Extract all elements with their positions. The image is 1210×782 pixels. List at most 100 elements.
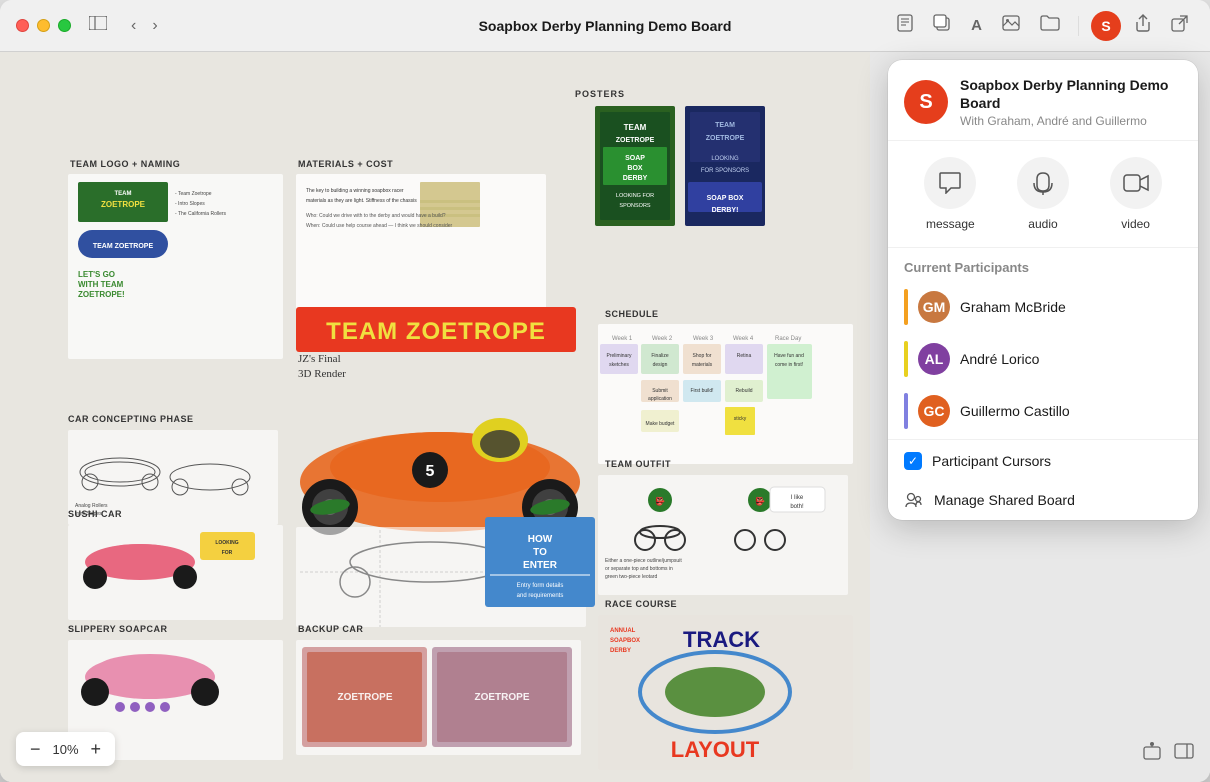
participant-color-guillermo (904, 393, 908, 429)
board-avatar: S (904, 80, 948, 124)
participant-avatar-guillermo: GC (918, 395, 950, 427)
forward-button[interactable]: › (146, 13, 163, 39)
svg-text:SCHEDULE: SCHEDULE (605, 309, 659, 319)
participant-cursors-checkbox: ✓ (904, 452, 922, 470)
svg-text:POSTERS: POSTERS (575, 89, 625, 99)
participant-item-guillermo[interactable]: GC Guillermo Castillo (888, 385, 1198, 437)
svg-text:BOX: BOX (627, 165, 643, 172)
svg-text:design: design (653, 362, 668, 368)
fullscreen-button[interactable] (58, 19, 71, 32)
zoom-in-button[interactable]: + (87, 738, 106, 760)
sidebar-toggle-button[interactable] (83, 12, 113, 39)
manage-shared-board-item[interactable]: Manage Shared Board (888, 480, 1198, 520)
svg-text:TRACK: TRACK (683, 627, 760, 652)
svg-text:SPONSORS: SPONSORS (619, 203, 651, 209)
participants-section-title: Current Participants (888, 248, 1198, 281)
participant-name-andre: André Lorico (960, 351, 1039, 367)
svg-text:JZ's Final: JZ's Final (298, 353, 341, 365)
svg-text:I like: I like (791, 495, 804, 501)
window-title: Soapbox Derby Planning Demo Board (479, 18, 732, 34)
message-button[interactable]: message (924, 157, 976, 231)
svg-text:TEAM ZOETROPE: TEAM ZOETROPE (93, 243, 154, 250)
svg-text:materials: materials (692, 362, 713, 368)
svg-text:👺: 👺 (655, 496, 665, 506)
svg-text:Week 3: Week 3 (693, 336, 714, 342)
share-button[interactable] (1129, 10, 1157, 41)
svg-text:ENTER: ENTER (523, 560, 558, 571)
fit-screen-icon (1142, 741, 1162, 761)
video-button[interactable]: video (1110, 157, 1162, 231)
svg-text:- Team Zoetrope: - Team Zoetrope (175, 191, 212, 197)
svg-text:The key to building a winning: The key to building a winning soapbox ra… (306, 188, 404, 194)
share-popover: S Soapbox Derby Planning Demo Board With… (888, 60, 1198, 520)
svg-text:FOR: FOR (222, 550, 233, 556)
external-window-button[interactable] (1165, 11, 1194, 41)
svg-text:Submit: Submit (652, 388, 668, 394)
zoom-out-button[interactable]: − (26, 738, 45, 760)
navigation-buttons: ‹ › (125, 13, 164, 39)
svg-text:TEAM: TEAM (715, 122, 735, 129)
back-button[interactable]: ‹ (125, 13, 142, 39)
sidebar-right-button[interactable] (1174, 741, 1194, 766)
participant-cursors-item[interactable]: ✓ Participant Cursors (888, 442, 1198, 480)
document-icon (897, 14, 913, 32)
folder-icon (1040, 15, 1060, 31)
svg-text:LOOKING FOR: LOOKING FOR (616, 193, 654, 199)
participant-cursors-label: Participant Cursors (932, 453, 1051, 469)
svg-text:FOR SPONSORS: FOR SPONSORS (701, 168, 749, 174)
video-label: video (1121, 217, 1150, 231)
svg-text:MATERIALS + COST: MATERIALS + COST (298, 159, 393, 169)
svg-text:ZOETROPE: ZOETROPE (337, 692, 392, 703)
participant-item-graham[interactable]: GM Graham McBride (888, 281, 1198, 333)
popover-board-title: Soapbox Derby Planning Demo Board (960, 76, 1182, 112)
svg-text:Week 2: Week 2 (652, 336, 673, 342)
svg-text:Either a one-piece outline/jum: Either a one-piece outline/jumpsuit (605, 558, 682, 564)
svg-text:LAYOUT: LAYOUT (671, 737, 760, 762)
fit-to-screen-button[interactable] (1142, 741, 1162, 766)
svg-text:Finalize: Finalize (651, 353, 668, 359)
svg-text:TEAM: TEAM (624, 123, 647, 132)
folder-icon-button[interactable] (1034, 11, 1066, 40)
svg-text:TO: TO (533, 547, 547, 558)
svg-text:WITH TEAM: WITH TEAM (78, 280, 124, 289)
svg-text:DERBY!: DERBY! (712, 207, 739, 214)
svg-text:TEAM ZOETROPE: TEAM ZOETROPE (326, 318, 546, 345)
svg-text:Make budget: Make budget (646, 421, 676, 427)
app-window: ‹ › Soapbox Derby Planning Demo Board (0, 0, 1210, 782)
svg-text:SLIPPERY SOAPCAR: SLIPPERY SOAPCAR (68, 624, 168, 634)
minimize-button[interactable] (37, 19, 50, 32)
svg-text:DERBY: DERBY (610, 648, 631, 654)
svg-text:ZOETROPE: ZOETROPE (706, 135, 745, 142)
close-button[interactable] (16, 19, 29, 32)
document-icon-button[interactable] (891, 10, 919, 41)
audio-button[interactable]: audio (1017, 157, 1069, 231)
message-label: message (926, 217, 975, 231)
sidebar-icon (89, 16, 107, 30)
svg-text:First build!: First build! (690, 388, 713, 394)
svg-text:LOOKING: LOOKING (215, 540, 238, 546)
svg-text:Who: Could we drive with to th: Who: Could we drive with to the derby an… (306, 213, 446, 219)
share-icon (1135, 14, 1151, 32)
svg-text:green two-piece leotard: green two-piece leotard (605, 574, 657, 580)
svg-text:3D Render: 3D Render (298, 368, 346, 380)
svg-text:ZOETROPE: ZOETROPE (474, 692, 529, 703)
svg-text:5: 5 (426, 463, 435, 480)
text-icon-button[interactable]: A (965, 13, 988, 39)
svg-text:DERBY: DERBY (623, 175, 648, 182)
participant-avatar-graham: GM (918, 291, 950, 323)
text-icon: A (971, 17, 982, 34)
zoom-level[interactable]: 10% (53, 742, 79, 757)
participant-item-andre[interactable]: AL André Lorico (888, 333, 1198, 385)
image-icon-button[interactable] (996, 11, 1026, 40)
svg-text:come in first!: come in first! (775, 362, 803, 368)
svg-text:- The California Rollers: - The California Rollers (175, 211, 227, 217)
svg-text:When: Could use help course ah: When: Could use help course ahead — I th… (306, 223, 453, 229)
image-icon (1002, 15, 1020, 31)
user-avatar[interactable]: S (1091, 11, 1121, 41)
copy-icon-button[interactable] (927, 10, 957, 41)
svg-text:ZOETROPE: ZOETROPE (616, 137, 655, 144)
external-icon (1171, 15, 1188, 32)
manage-board-icon (904, 490, 924, 510)
svg-text:ZOETROPE: ZOETROPE (101, 200, 146, 209)
zoom-toolbar: − 10% + (16, 732, 115, 766)
